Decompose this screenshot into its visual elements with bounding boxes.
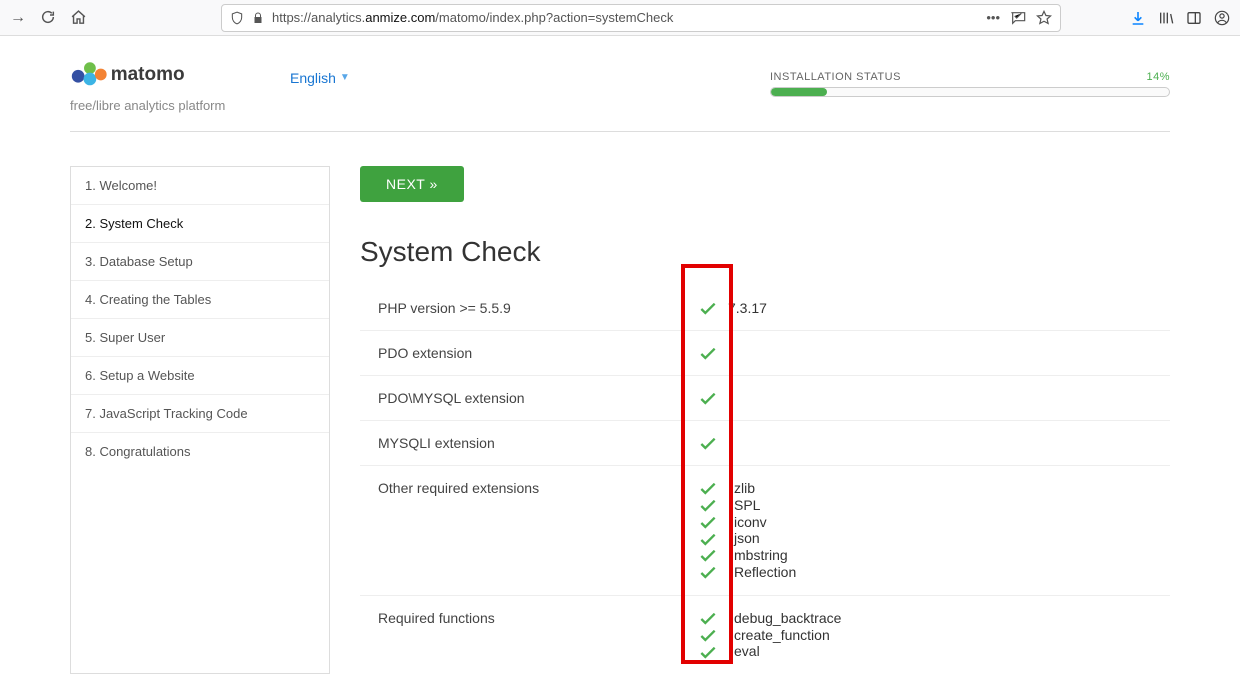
reload-icon[interactable] [40, 9, 56, 27]
sidebar-item-setup-website[interactable]: 6. Setup a Website [71, 357, 329, 395]
install-status: INSTALLATION STATUS 14% [770, 71, 1170, 97]
check-icon [700, 435, 716, 451]
downloads-icon[interactable] [1130, 9, 1146, 26]
check-icon [688, 564, 728, 581]
system-check-table: PHP version >= 5.5.9 7.3.17 PDO extensio… [360, 286, 1170, 674]
check-icon [688, 627, 728, 644]
check-icon [700, 345, 716, 361]
ext-item: json [734, 530, 760, 547]
check-row: PDO\MYSQL extension [360, 376, 1170, 421]
check-icon [700, 300, 716, 316]
ext-item: mbstring [734, 547, 788, 564]
check-label: PDO\MYSQL extension [378, 390, 688, 406]
matomo-logo: matomo [70, 54, 260, 94]
more-icon[interactable]: ••• [986, 10, 1000, 25]
check-row: PHP version >= 5.5.9 7.3.17 [360, 286, 1170, 331]
sidebar-item-super-user[interactable]: 5. Super User [71, 319, 329, 357]
language-selector[interactable]: English ▼ [290, 70, 350, 86]
ext-item: iconv [734, 514, 767, 531]
check-icon [688, 547, 728, 564]
bookmark-star-icon[interactable] [1036, 9, 1052, 26]
sidebar-item-welcome[interactable]: 1. Welcome! [71, 167, 329, 205]
check-row: PDO extension [360, 331, 1170, 376]
install-status-label: INSTALLATION STATUS [770, 71, 901, 83]
sidebar-item-system-check[interactable]: 2. System Check [71, 205, 329, 243]
lock-icon [252, 10, 264, 26]
url-bar[interactable]: https://analytics.anmize.com/matomo/inde… [221, 4, 1061, 32]
language-label: English [290, 70, 336, 86]
ext-item: Reflection [734, 564, 796, 581]
sidebar-toggle-icon[interactable] [1186, 9, 1202, 26]
func-item: eval [734, 643, 760, 660]
check-icon [688, 530, 728, 547]
back-forward-icon[interactable]: → [10, 9, 26, 27]
browser-chrome: → https://analytics.anmize.com/matomo/in… [0, 0, 1240, 36]
next-button[interactable]: NEXT » [360, 166, 464, 202]
func-item: debug_backtrace [734, 610, 841, 627]
install-steps-sidebar: 1. Welcome! 2. System Check 3. Database … [70, 166, 330, 674]
divider [70, 131, 1170, 132]
check-label: MYSQLI extension [378, 435, 688, 451]
shield-icon [230, 10, 244, 26]
sidebar-item-creating-tables[interactable]: 4. Creating the Tables [71, 281, 329, 319]
check-icon [700, 390, 716, 406]
check-icon [688, 497, 728, 514]
check-icon [688, 514, 728, 531]
ext-item: zlib [734, 480, 755, 497]
func-item: create_function [734, 627, 830, 644]
check-label: Required functions [378, 610, 688, 626]
check-row: MYSQLI extension [360, 421, 1170, 466]
check-label: Other required extensions [378, 480, 688, 496]
svg-text:matomo: matomo [111, 64, 185, 85]
logo-block: matomo free/libre analytics platform [70, 54, 260, 113]
check-icon [688, 480, 728, 497]
tagline: free/libre analytics platform [70, 98, 260, 113]
sidebar-item-congratulations[interactable]: 8. Congratulations [71, 433, 329, 470]
check-row-extensions: Other required extensions zlib SPL iconv… [360, 466, 1170, 596]
library-icon[interactable] [1158, 9, 1174, 26]
sidebar-item-database-setup[interactable]: 3. Database Setup [71, 243, 329, 281]
install-status-percent: 14% [1146, 71, 1170, 83]
progress-bar [770, 87, 1170, 97]
check-label: PDO extension [378, 345, 688, 361]
url-text: https://analytics.anmize.com/matomo/inde… [272, 10, 978, 25]
check-label: PHP version >= 5.5.9 [378, 300, 688, 316]
pageaction-icon[interactable] [1010, 10, 1026, 26]
home-icon[interactable] [70, 9, 87, 27]
check-icon [688, 643, 728, 660]
sidebar-item-js-tracking[interactable]: 7. JavaScript Tracking Code [71, 395, 329, 433]
page-title: System Check [360, 236, 1170, 268]
check-row-functions: Required functions debug_backtrace creat… [360, 596, 1170, 674]
check-value: 7.3.17 [728, 300, 767, 316]
ext-item: SPL [734, 497, 760, 514]
chevron-down-icon: ▼ [340, 72, 350, 83]
check-icon [688, 610, 728, 627]
account-icon[interactable] [1214, 9, 1230, 26]
